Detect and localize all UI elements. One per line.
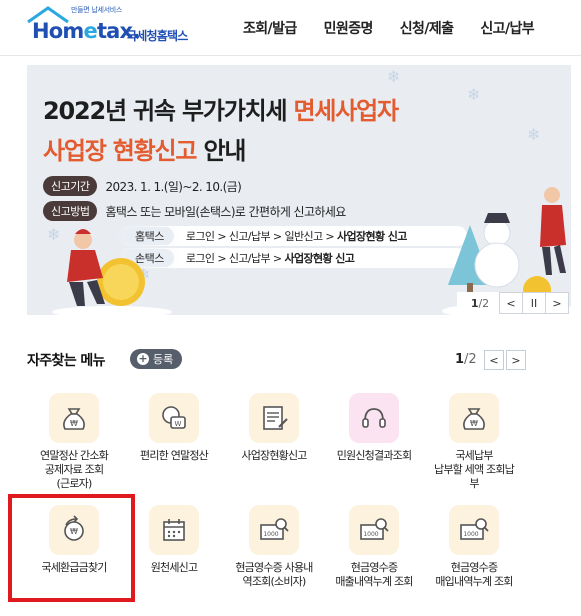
svg-text:₩: ₩ <box>470 419 478 428</box>
nav-civil-certificate[interactable]: 민원증명 <box>324 18 374 38</box>
banner-period-row: 신고기간 2023. 1. 1.(일)~2. 10.(금) <box>43 176 242 196</box>
banner-title-line2: 사업장 현황신고 안내 <box>43 137 246 165</box>
promo-banner[interactable]: ❄ ❄ ❄ ❄ ❄ 2022년 귀속 부가가치세 면세사업자 사업장 현황신고 … <box>27 65 571 315</box>
highlight-annotation <box>8 494 135 602</box>
banner-title-line1: 2022년 귀속 부가가치세 면세사업자 <box>43 97 399 125</box>
method-text: 홈택스 또는 모바일(손택스)로 간편하게 신고하세요 <box>105 204 346 219</box>
calendar-icon <box>149 505 199 555</box>
svg-text:₩: ₩ <box>70 419 78 428</box>
favorites-pager: 1/2 <box>455 352 477 367</box>
receipt-search-icon: 1000 <box>249 505 299 555</box>
sontax-path: 로그인 > 신고/납부 > 사업장현황 신고 <box>185 252 355 265</box>
banner-method-row: 신고방법 홈택스 또는 모바일(손택스)로 간편하게 신고하세요 <box>43 201 346 221</box>
banner-next-button[interactable]: > <box>545 292 569 314</box>
headset-icon <box>349 393 399 443</box>
tile-label: 민원신청결과조회 <box>336 449 412 462</box>
method-label: 신고방법 <box>43 201 98 221</box>
nav-report-pay[interactable]: 신고/납부 <box>480 18 534 38</box>
tile-label: 현금영수증 매출내역누계 조회 <box>335 561 413 588</box>
plus-icon: + <box>137 352 149 365</box>
person-rolling-snowball-illustration <box>52 229 172 315</box>
period-label: 신고기간 <box>43 176 98 196</box>
logo-wordmark: Hometax. <box>32 19 140 43</box>
tile-label: 현금영수증 사용내 역조회(소비자) <box>235 561 313 588</box>
header: 만들면 납세서비스 Hometax. 국세청홈택스 조회/발급 민원증명 신청/… <box>0 0 581 56</box>
favorites-prev-button[interactable]: < <box>484 350 504 370</box>
snowflake-icon: ❄ <box>527 125 541 144</box>
period-text: 2023. 1. 1.(일)~2. 10.(금) <box>105 179 242 194</box>
snowflake-icon: ❄ <box>387 67 401 86</box>
svg-text:1000: 1000 <box>463 531 478 538</box>
receipt-search-icon: 1000 <box>449 505 499 555</box>
tile-business-status-report[interactable]: 사업장현황신고 <box>226 393 322 463</box>
chat-won-icon: W <box>149 393 199 443</box>
snowflake-icon: ❄ <box>467 85 481 104</box>
tile-national-tax-payment[interactable]: ₩ 국세납부 납부할 세액 조회납 부 <box>426 393 522 491</box>
global-nav: 조회/발급 민원증명 신청/제출 신고/납부 <box>243 18 561 38</box>
receipt-search-icon: 1000 <box>349 505 399 555</box>
money-bag-icon: ₩ <box>49 393 99 443</box>
tile-label: 연말정산 간소화 공제자료 조회 (근로자) <box>40 449 109 490</box>
tile-label: 현금영수증 매입내역누계 조회 <box>435 561 513 588</box>
tile-label: 원천세신고 <box>150 561 198 574</box>
banner-prev-button[interactable]: < <box>499 292 523 314</box>
tile-label: 사업장현황신고 <box>241 449 307 462</box>
svg-text:W: W <box>175 420 182 428</box>
favorites-next-button[interactable]: > <box>506 350 526 370</box>
tile-civil-result[interactable]: 민원신청결과조회 <box>326 393 422 463</box>
logo-slogan: 만들면 납세서비스 <box>71 6 123 14</box>
banner-pause-button[interactable]: II <box>522 292 546 314</box>
nav-lookup-issue[interactable]: 조회/발급 <box>243 18 297 38</box>
tile-cash-receipt-consumer[interactable]: 1000 현금영수증 사용내 역조회(소비자) <box>226 505 322 589</box>
tile-cash-receipt-purchase[interactable]: 1000 현금영수증 매입내역누계 조회 <box>426 505 522 589</box>
logo-korean: 국세청홈택스 <box>126 29 188 43</box>
tile-label: 국세납부 납부할 세액 조회납 부 <box>434 449 515 490</box>
document-pen-icon <box>249 393 299 443</box>
tile-year-end-simplified[interactable]: ₩ 연말정산 간소화 공제자료 조회 (근로자) <box>26 393 122 491</box>
tile-easy-year-end[interactable]: W 편리한 연말정산 <box>126 393 222 463</box>
hometax-path: 로그인 > 신고/납부 > 일반신고 > 사업장현황 신고 <box>185 230 408 243</box>
hometax-logo[interactable]: 만들면 납세서비스 Hometax. 국세청홈택스 <box>26 5 216 49</box>
favorites-title: 자주찾는 메뉴 <box>27 353 106 369</box>
tile-withholding-report[interactable]: 원천세신고 <box>126 505 222 575</box>
svg-text:1000: 1000 <box>363 531 378 538</box>
nav-apply-submit[interactable]: 신청/제출 <box>400 18 454 38</box>
tile-label: 편리한 연말정산 <box>140 449 209 462</box>
svg-text:1000: 1000 <box>263 531 278 538</box>
header-divider <box>0 55 581 56</box>
money-bag-icon: ₩ <box>449 393 499 443</box>
tile-cash-receipt-sales[interactable]: 1000 현금영수증 매출내역누계 조회 <box>326 505 422 589</box>
banner-pager: 1/2 <box>457 292 503 314</box>
favorites-add-button[interactable]: + 등록 <box>130 349 183 369</box>
